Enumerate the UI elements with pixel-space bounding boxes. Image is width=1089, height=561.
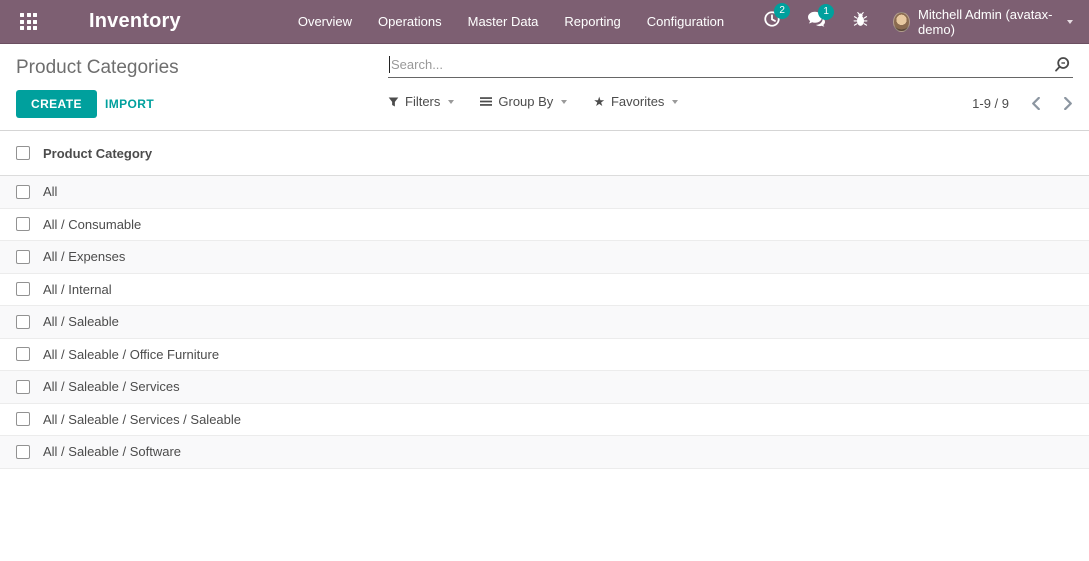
list-row[interactable]: All / Saleable / Software [0,436,1089,469]
nav-menu-item[interactable]: Reporting [551,8,633,35]
nav-menu-item[interactable]: Master Data [455,8,552,35]
user-menu-button[interactable]: Mitchell Admin (avatax-demo) [893,7,1073,37]
message-count-badge: 1 [818,4,834,20]
favorites-button[interactable]: ★ Favorites [593,94,678,109]
search-options: Filters Group By ★ Favorites [388,94,704,109]
list-row[interactable]: All / Saleable / Services / Saleable [0,404,1089,437]
row-checkbox[interactable] [16,185,30,199]
activities-button[interactable]: 2 [763,10,781,33]
row-checkbox[interactable] [16,347,30,361]
row-category-name: All / Saleable / Services / Saleable [43,412,241,427]
debug-button[interactable] [852,11,869,33]
star-icon: ★ [593,95,605,108]
list-rows: All All / Consumable All / Expenses All … [0,176,1089,469]
chevron-right-icon[interactable] [1063,97,1073,110]
row-category-name: All / Consumable [43,217,141,232]
column-header: Product Category [43,146,152,161]
user-name: Mitchell Admin (avatax-demo) [918,7,1060,37]
nav-menu-item[interactable]: Configuration [634,8,737,35]
list-header-row: Product Category [0,131,1089,176]
row-category-name: All / Expenses [43,249,125,264]
create-button[interactable]: CREATE [16,90,97,118]
row-category-name: All / Saleable [43,314,119,329]
activity-count-badge: 2 [774,3,790,19]
row-checkbox[interactable] [16,217,30,231]
group-by-lines-icon [480,96,492,107]
row-checkbox[interactable] [16,250,30,264]
nav-menu-item[interactable]: Overview [285,8,365,35]
avatar [893,12,910,32]
pager: 1-9 / 9 [972,96,1073,111]
row-checkbox[interactable] [16,445,30,459]
favorites-label: Favorites [611,94,664,109]
chevron-left-icon[interactable] [1031,97,1041,110]
row-checkbox[interactable] [16,412,30,426]
list-row[interactable]: All / Saleable / Services [0,371,1089,404]
filter-funnel-icon [388,96,399,108]
group-by-label: Group By [498,94,553,109]
row-category-name: All / Internal [43,282,112,297]
product-categories-list: Product Category All All / Consumable Al… [0,131,1089,469]
apps-menu-icon[interactable] [20,13,37,30]
main-nav-menu: Overview Operations Master Data Reportin… [285,8,737,35]
row-category-name: All / Saleable / Services [43,379,180,394]
app-name[interactable]: Inventory [89,10,181,33]
row-checkbox[interactable] [16,380,30,394]
select-all-checkbox[interactable] [16,146,30,160]
import-button[interactable]: IMPORT [97,90,162,118]
row-category-name: All / Saleable / Office Furniture [43,347,219,362]
text-cursor [389,56,390,73]
row-checkbox[interactable] [16,282,30,296]
control-panel: Product Categories CREATE IMPORT Filters… [0,44,1089,131]
top-navbar: Inventory Overview Operations Master Dat… [0,0,1089,44]
filters-label: Filters [405,94,440,109]
row-category-name: All / Saleable / Software [43,444,181,459]
row-checkbox[interactable] [16,315,30,329]
search-icon[interactable] [1053,56,1071,79]
page-title: Product Categories [16,57,179,79]
systray: 2 1 Mitchell Admin (avatax-demo) [737,7,1073,37]
list-row[interactable]: All / Internal [0,274,1089,307]
list-row[interactable]: All / Saleable [0,306,1089,339]
filters-button[interactable]: Filters [388,94,454,109]
pager-range[interactable]: 1-9 / 9 [972,96,1009,111]
group-by-button[interactable]: Group By [480,94,567,109]
chevron-down-icon [1067,20,1073,24]
chevron-down-icon [672,100,678,104]
row-category-name: All [43,184,57,199]
list-row[interactable]: All / Saleable / Office Furniture [0,339,1089,372]
list-row[interactable]: All / Consumable [0,209,1089,242]
chevron-down-icon [561,100,567,104]
search-view [388,52,1073,78]
list-row[interactable]: All / Expenses [0,241,1089,274]
messages-button[interactable]: 1 [807,11,826,33]
chevron-down-icon [448,100,454,104]
nav-menu-item[interactable]: Operations [365,8,455,35]
list-row[interactable]: All [0,176,1089,209]
search-input[interactable] [388,52,1073,77]
bug-icon [852,11,869,33]
